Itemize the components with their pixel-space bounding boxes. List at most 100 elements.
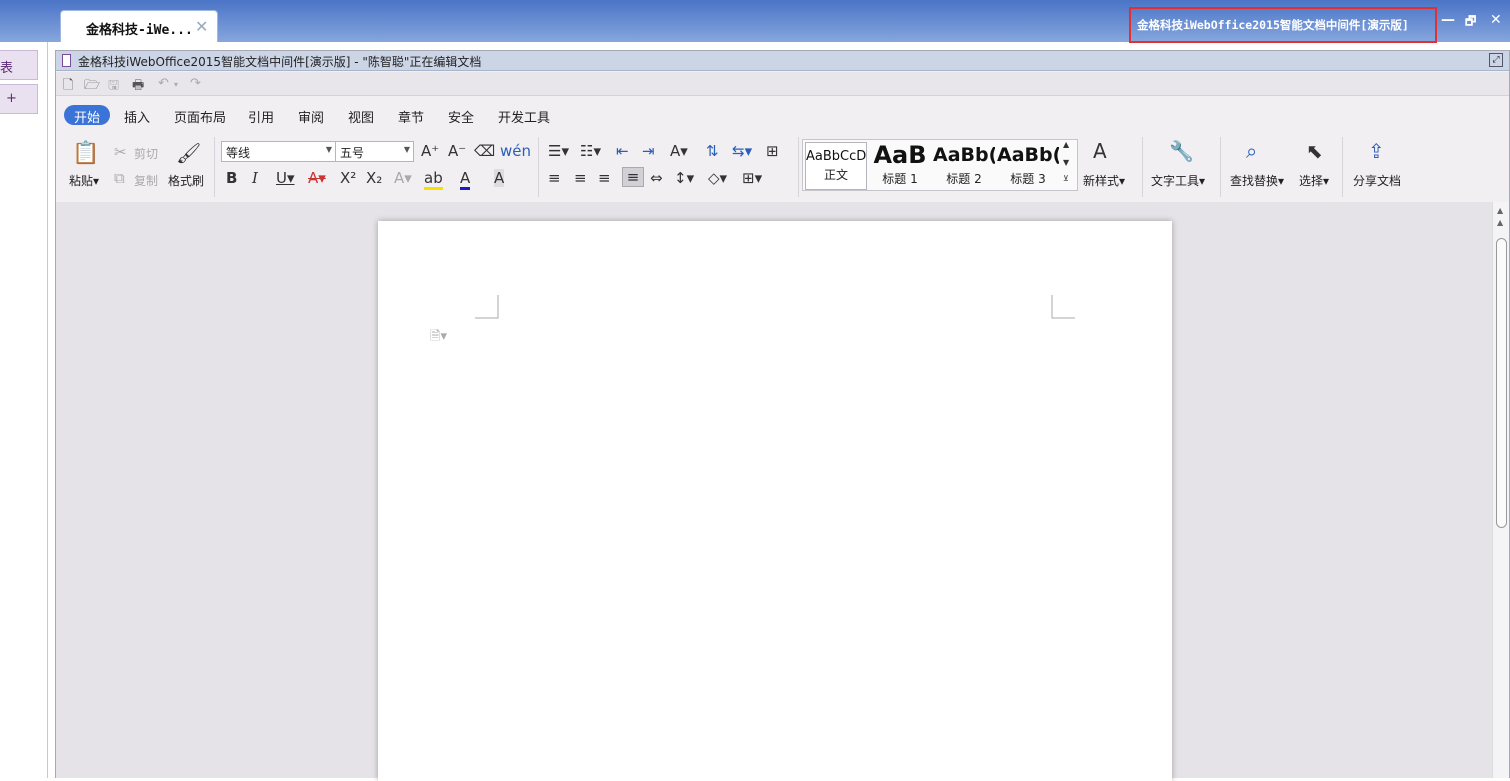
style-name: 正文 xyxy=(823,168,848,182)
cursor-icon[interactable]: ⬉ xyxy=(1306,139,1323,163)
undo-dropdown-icon[interactable]: ▾ xyxy=(174,80,178,89)
tab-insert[interactable]: 插入 xyxy=(114,105,160,126)
styles-scroll-up-icon[interactable]: ▲ xyxy=(1063,140,1069,149)
decrease-indent-icon[interactable]: ⇤ xyxy=(616,142,629,160)
paste-icon[interactable]: 📋 xyxy=(72,141,99,166)
share-button[interactable]: 分享文档 xyxy=(1353,172,1401,189)
tab-developer[interactable]: 开发工具 xyxy=(488,105,560,126)
paste-button[interactable]: 粘贴▾ xyxy=(69,172,99,189)
style-heading1[interactable]: AaB 标题 1 xyxy=(869,142,931,190)
wrench-icon[interactable]: 🔧 xyxy=(1169,139,1194,163)
ribbon-tabs: 开始 插入 页面布局 引用 审阅 视图 章节 安全 开发工具 xyxy=(56,97,1509,131)
format-painter-button[interactable]: 格式刷 xyxy=(168,172,204,189)
strikethrough-icon[interactable]: A▾ xyxy=(308,169,326,187)
print-icon[interactable]: 🖶 xyxy=(132,76,144,98)
style-normal[interactable]: AaBbCcD 正文 xyxy=(805,142,867,190)
sort-icon[interactable]: ⇅ xyxy=(706,142,719,160)
tab-review[interactable]: 审阅 xyxy=(288,105,334,126)
copy-button[interactable]: 复制 xyxy=(134,172,158,189)
subscript-icon[interactable]: X₂ xyxy=(366,169,382,187)
styles-scroll-down-icon[interactable]: ▼ xyxy=(1063,158,1069,167)
style-name: 标题 2 xyxy=(946,172,982,186)
document-page[interactable]: 🗎▾ xyxy=(378,221,1172,781)
scroll-up-icon[interactable]: ▲ xyxy=(1497,206,1503,215)
restore-icon[interactable]: 🗗 xyxy=(1465,12,1476,33)
sidebar-button-table[interactable]: 表 xyxy=(0,50,38,80)
style-name: 标题 3 xyxy=(1010,172,1046,186)
bullet-list-icon[interactable]: ☰▾ xyxy=(548,142,569,160)
text-effect-icon[interactable]: A▾ xyxy=(394,169,412,187)
new-doc-icon[interactable]: 🗋 xyxy=(63,76,73,98)
font-color-icon[interactable]: A xyxy=(460,169,471,190)
style-heading3[interactable]: AaBb( 标题 3 xyxy=(997,142,1059,190)
tab-home[interactable]: 开始 xyxy=(64,105,111,126)
sidebar-add-button[interactable]: + xyxy=(0,84,38,114)
borders-icon[interactable]: ⊞▾ xyxy=(742,169,762,187)
tab-close-icon[interactable]: ✕ xyxy=(195,17,208,36)
text-direction-icon[interactable]: A▾ xyxy=(670,142,688,160)
italic-icon[interactable]: I xyxy=(252,169,258,187)
save-icon[interactable]: 🖫 xyxy=(108,76,119,98)
new-style-label: 新样式 xyxy=(1083,174,1120,188)
copy-icon[interactable]: ⧉ xyxy=(114,169,125,187)
open-folder-icon[interactable]: 🗁 xyxy=(84,76,100,98)
numbered-list-icon[interactable]: ☷▾ xyxy=(580,142,601,160)
document-tab[interactable]: 金格科技-iWe... ✕ xyxy=(60,10,218,42)
text-tools-label: 文字工具 xyxy=(1151,174,1200,188)
fullscreen-icon[interactable]: ⤢ xyxy=(1489,53,1503,67)
style-sample: AaBb( xyxy=(933,144,995,166)
format-painter-icon[interactable]: 🖌 xyxy=(176,141,201,165)
underline-icon[interactable]: U▾ xyxy=(276,169,295,187)
style-sample: AaB xyxy=(873,142,927,168)
align-right-icon[interactable]: ≡ xyxy=(598,169,611,187)
scrollbar-thumb[interactable] xyxy=(1496,238,1507,528)
tab-stops-icon[interactable]: ⇆▾ xyxy=(732,142,752,160)
clear-format-icon[interactable]: ⌫ xyxy=(474,142,495,160)
select-button[interactable]: 选择▾ xyxy=(1299,172,1329,189)
separator xyxy=(1142,137,1143,197)
char-shading-icon[interactable]: A xyxy=(494,169,505,187)
vertical-scrollbar[interactable]: ▲ ▲ xyxy=(1492,202,1509,778)
shading-icon[interactable]: ◇▾ xyxy=(708,169,727,187)
shrink-font-icon[interactable]: A⁻ xyxy=(448,142,466,160)
tab-chapter[interactable]: 章节 xyxy=(388,105,434,126)
find-replace-button[interactable]: 查找替换▾ xyxy=(1230,172,1284,189)
distribute-icon[interactable]: ⇔ xyxy=(650,169,663,187)
align-left-icon[interactable]: ≡ xyxy=(548,169,561,187)
scroll-up-icon[interactable]: ▲ xyxy=(1497,218,1503,227)
table-border-icon[interactable]: ⊞ xyxy=(766,142,779,160)
app-title: 金格科技iWebOffice2015智能文档中间件[演示版] - "陈智聪"正在… xyxy=(78,55,482,69)
font-name-select[interactable]: 等线 ▼ xyxy=(221,141,336,162)
office-app: 金格科技iWebOffice2015智能文档中间件[演示版] - "陈智聪"正在… xyxy=(55,50,1510,781)
font-size-select[interactable]: 五号 ▼ xyxy=(335,141,414,162)
new-style-icon[interactable]: A xyxy=(1093,139,1107,163)
separator xyxy=(1220,137,1221,197)
phonetic-guide-icon[interactable]: wén xyxy=(500,142,531,160)
minimize-icon[interactable]: — xyxy=(1441,12,1455,28)
tab-security[interactable]: 安全 xyxy=(438,105,484,126)
share-icon[interactable]: ⇪ xyxy=(1368,139,1385,163)
style-heading2[interactable]: AaBb( 标题 2 xyxy=(933,142,995,190)
magnifier-icon[interactable]: ⌕ xyxy=(1246,139,1257,163)
increase-indent-icon[interactable]: ⇥ xyxy=(642,142,655,160)
align-center-icon[interactable]: ≡ xyxy=(574,169,587,187)
cut-icon[interactable]: ✂ xyxy=(114,143,127,161)
tab-references[interactable]: 引用 xyxy=(238,105,284,126)
paragraph-options-icon[interactable]: 🗎▾ xyxy=(430,327,447,349)
tab-page-layout[interactable]: 页面布局 xyxy=(164,105,236,126)
justify-icon[interactable]: ≡ xyxy=(622,167,644,187)
text-tools-button[interactable]: 文字工具▾ xyxy=(1151,172,1205,189)
font-size-value: 五号 xyxy=(340,146,365,160)
close-icon[interactable]: ✕ xyxy=(1490,12,1502,28)
cut-button[interactable]: 剪切 xyxy=(134,145,158,162)
line-spacing-icon[interactable]: ↕▾ xyxy=(674,169,694,187)
grow-font-icon[interactable]: A⁺ xyxy=(421,142,439,160)
redo-icon[interactable]: ↷ xyxy=(190,76,201,91)
undo-icon[interactable]: ↶ xyxy=(158,76,169,91)
superscript-icon[interactable]: X² xyxy=(340,169,356,187)
bold-icon[interactable]: B xyxy=(226,169,237,187)
new-style-button[interactable]: 新样式▾ xyxy=(1083,172,1125,189)
styles-expand-icon[interactable]: ⊻ xyxy=(1063,174,1069,183)
highlight-icon[interactable]: ab xyxy=(424,169,443,190)
tab-view[interactable]: 视图 xyxy=(338,105,384,126)
